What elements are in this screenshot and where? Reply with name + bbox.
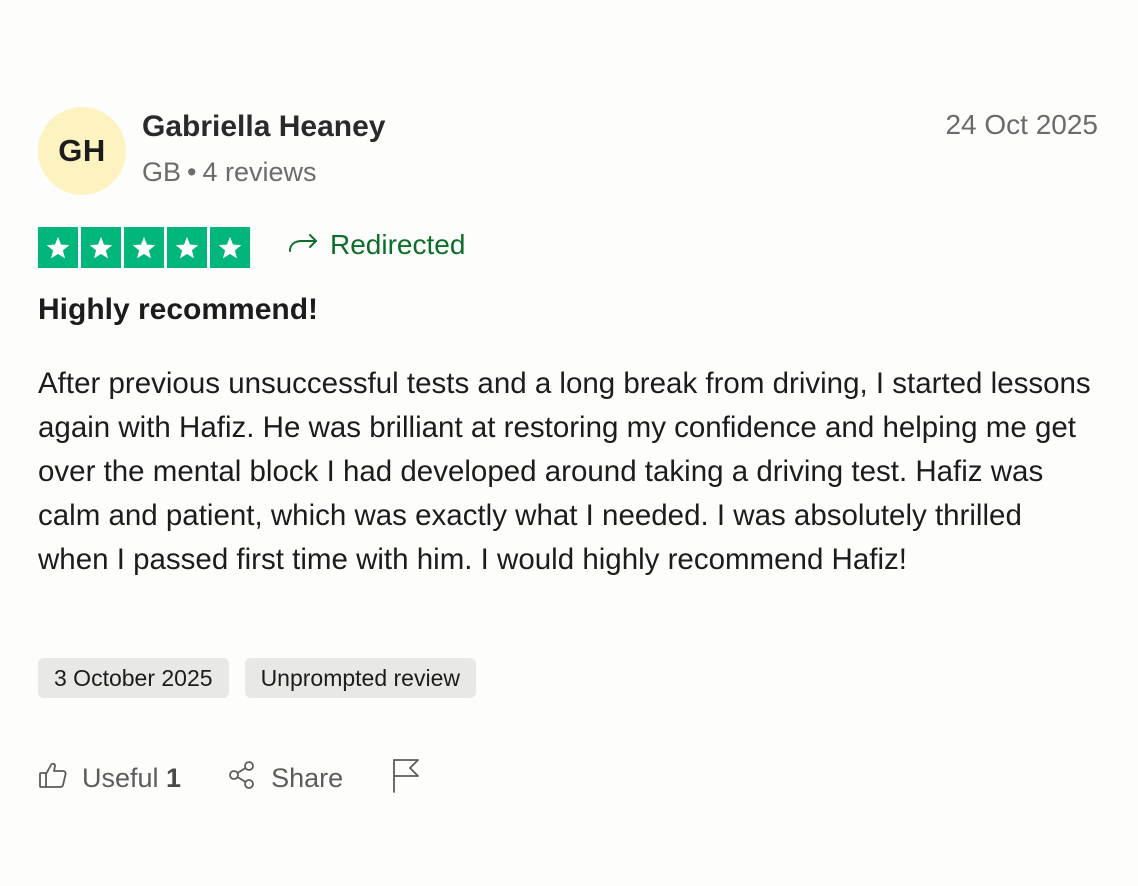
useful-button[interactable]: Useful 1 [38,760,181,797]
meta-separator: • [187,157,197,187]
avatar[interactable]: GH [38,107,126,195]
review-tags: 3 October 2025 Unprompted review [38,658,476,698]
reviewer-name[interactable]: Gabriella Heaney [142,110,385,144]
star-rating [38,227,250,268]
useful-label: Useful [82,762,159,793]
star-icon [167,227,207,268]
review-title[interactable]: Highly recommend! [38,293,318,327]
thumbs-up-icon [38,760,68,797]
reviewer-meta: GB • 4 reviews [142,157,317,188]
share-label: Share [271,762,344,793]
share-button[interactable]: Share [227,760,343,797]
experience-date-tag: 3 October 2025 [38,658,229,698]
reviewer-country: GB [142,157,182,187]
star-icon [38,227,78,268]
unprompted-review-tag[interactable]: Unprompted review [244,658,476,698]
redirected-text: Redirected [330,229,466,260]
share-icon [227,760,257,797]
star-icon [124,227,164,268]
useful-count: 1 [166,762,182,793]
reviewer-review-count: 4 reviews [202,157,317,187]
review-posted-date: 24 Oct 2025 [945,109,1098,140]
redirect-arrow-icon [288,229,320,261]
review-body: After previous unsuccessful tests and a … [38,367,1091,576]
flag-icon [391,757,421,800]
report-button[interactable] [391,757,421,800]
redirected-label[interactable]: Redirected [288,229,465,261]
review-actions: Useful 1 Share [38,756,421,800]
star-icon [210,227,250,268]
review-card: GH Gabriella Heaney GB • 4 reviews 24 Oct … [38,0,1098,886]
star-icon [81,227,121,268]
